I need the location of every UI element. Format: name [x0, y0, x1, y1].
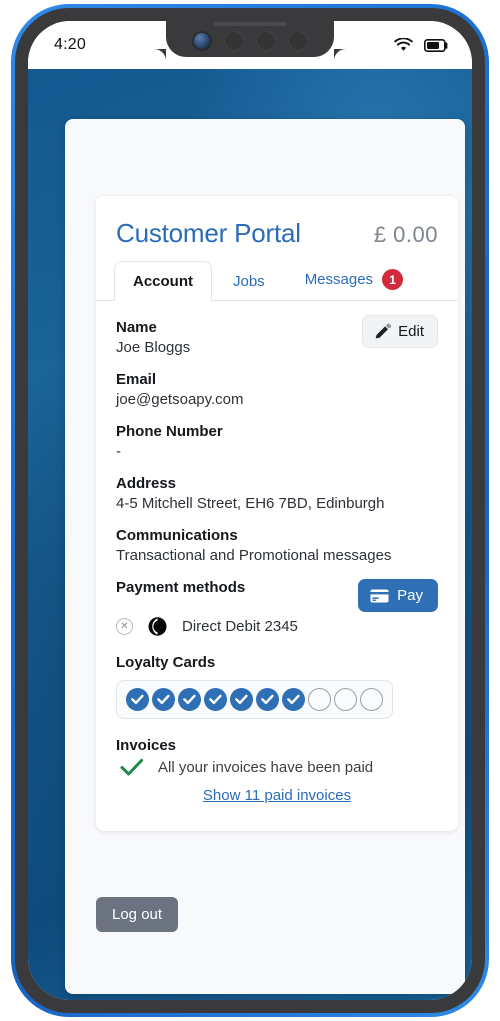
loyalty-stamp-filled: [256, 688, 279, 711]
messages-badge: 1: [382, 269, 404, 290]
phone-bezel: 4:20 Customer Portal £ 0.00 Account Jobs…: [15, 8, 485, 1013]
field-phone-label: Phone Number: [116, 423, 223, 440]
invoices-label: Invoices: [116, 737, 177, 754]
wifi-icon: [394, 38, 413, 51]
notch: [154, 21, 346, 61]
portal-card: Customer Portal £ 0.00 Account Jobs Mess…: [96, 196, 458, 831]
tab-messages-label: Messages: [304, 271, 374, 288]
invoices-section: Invoices All your invoices have been pai…: [116, 737, 438, 805]
balance-amount: £ 0.00: [373, 222, 438, 247]
tab-messages[interactable]: Messages 1: [286, 257, 422, 300]
account-details: Edit Name Joe Bloggs Email joe@getsoapy.…: [96, 301, 458, 831]
payment-methods-label: Payment methods: [116, 579, 246, 596]
page-panel: Customer Portal £ 0.00 Account Jobs Mess…: [65, 119, 465, 994]
invoice-status-text: All your invoices have been paid: [158, 759, 374, 776]
loyalty-stamp-empty: [360, 688, 383, 711]
page-title: Customer Portal: [116, 218, 301, 248]
sensor-icon-3: [288, 31, 308, 51]
invoice-status-row: All your invoices have been paid: [116, 758, 438, 777]
loyalty-stamp-filled: [152, 688, 175, 711]
field-phone-value: -: [116, 443, 121, 460]
status-bar: 4:20: [28, 21, 472, 69]
logout-button[interactable]: Log out: [96, 897, 179, 932]
app-viewport: Customer Portal £ 0.00 Account Jobs Mess…: [28, 69, 472, 1000]
tab-bar: Account Jobs Messages 1: [96, 257, 458, 301]
sensor-icon-2: [256, 31, 276, 51]
pay-button-label: Pay: [397, 587, 423, 604]
card-header: Customer Portal £ 0.00: [96, 196, 458, 257]
loyalty-stamp-filled: [282, 688, 305, 711]
loyalty-cards-section: Loyalty Cards: [116, 654, 438, 719]
direct-debit-logo: [148, 617, 167, 636]
remove-payment-method-icon[interactable]: ✕: [116, 618, 133, 635]
loyalty-stamp-filled: [126, 688, 149, 711]
loyalty-stamp-empty: [308, 688, 331, 711]
sensor-icon-1: [224, 31, 244, 51]
loyalty-stamp-filled: [230, 688, 253, 711]
loyalty-stamp-strip[interactable]: [116, 680, 393, 719]
show-paid-invoices-link[interactable]: Show 11 paid invoices: [203, 787, 351, 804]
status-time: 4:20: [54, 36, 86, 53]
field-email-value: joe@getsoapy.com: [116, 391, 244, 408]
field-address-label: Address: [116, 475, 177, 492]
loyalty-stamp-empty: [334, 688, 357, 711]
field-email: Email joe@getsoapy.com: [116, 371, 438, 408]
phone-screen: 4:20 Customer Portal £ 0.00 Account Jobs…: [28, 21, 472, 1000]
payment-method-row: ✕ Direct Debit 2345: [116, 617, 438, 636]
green-check-icon: [120, 758, 144, 776]
field-email-label: Email: [116, 371, 157, 388]
field-communications-label: Communications: [116, 527, 238, 544]
tab-account[interactable]: Account: [114, 261, 212, 301]
field-communications: Communications Transactional and Promoti…: [116, 527, 438, 564]
loyalty-stamp-filled: [204, 688, 227, 711]
payment-method-label: Direct Debit 2345: [182, 618, 298, 635]
edit-button-label: Edit: [398, 323, 424, 340]
field-address: Address 4-5 Mitchell Street, EH6 7BD, Ed…: [116, 475, 438, 512]
front-camera-icon: [192, 31, 212, 51]
notch-ear-left: [154, 49, 166, 61]
battery-icon: [424, 38, 448, 52]
pay-button[interactable]: Pay: [358, 579, 438, 612]
field-phone: Phone Number -: [116, 423, 438, 460]
tab-jobs[interactable]: Jobs: [214, 261, 284, 300]
loyalty-stamp-filled: [178, 688, 201, 711]
payment-methods-header: Payment methods Pay: [116, 579, 438, 612]
tab-jobs-label: Jobs: [233, 273, 265, 290]
invoice-link-wrap: Show 11 paid invoices: [116, 787, 438, 805]
tab-account-label: Account: [133, 273, 193, 290]
status-icons: [394, 38, 448, 52]
notch-ear-right: [334, 49, 346, 61]
loyalty-cards-label: Loyalty Cards: [116, 654, 216, 671]
payment-methods-section: Payment methods Pay ✕ Direct Debit 2345: [116, 579, 438, 636]
pencil-icon: [375, 323, 392, 339]
field-communications-value: Transactional and Promotional messages: [116, 547, 392, 564]
field-address-value: 4-5 Mitchell Street, EH6 7BD, Edinburgh: [116, 495, 385, 512]
credit-card-icon: [370, 589, 389, 602]
phone-frame: 4:20 Customer Portal £ 0.00 Account Jobs…: [11, 4, 489, 1017]
edit-button[interactable]: Edit: [362, 315, 438, 348]
